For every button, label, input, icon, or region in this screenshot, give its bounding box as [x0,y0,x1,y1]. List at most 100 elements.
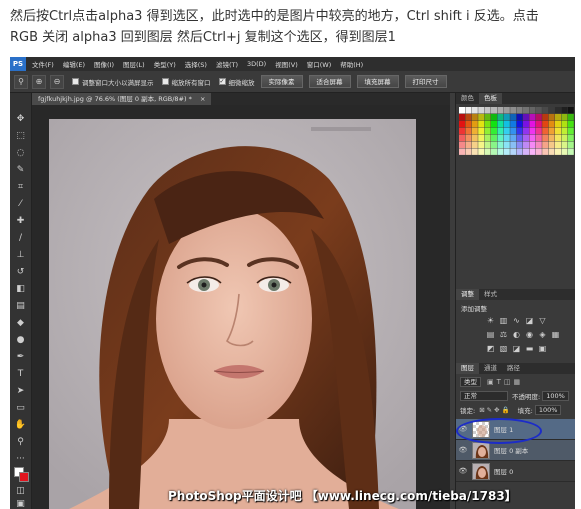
swatch[interactable] [516,134,523,142]
visibility-eye-icon[interactable]: 👁 [456,467,470,475]
swatch[interactable] [523,134,529,142]
gradient-map-icon[interactable]: ▬ [525,344,534,353]
swatch[interactable] [503,141,510,149]
tab-layers[interactable]: 图层 [456,363,479,374]
photo-filter-icon[interactable]: ◉ [525,330,534,339]
swatch[interactable] [497,107,504,114]
swatch[interactable] [548,134,555,142]
swatch[interactable] [503,120,510,128]
swatch[interactable] [529,107,536,114]
swatch[interactable] [478,120,485,128]
black-white-icon[interactable]: ◐ [512,330,521,339]
menu-file[interactable]: 文件(F) [32,59,54,69]
pen-tool-icon[interactable]: ✒ [13,351,28,364]
threshold-icon[interactable]: ◪ [512,344,521,353]
swatch[interactable] [529,127,536,135]
swatch[interactable] [567,148,574,155]
swatch[interactable] [471,113,478,121]
menu-filter[interactable]: 滤镜(T) [216,59,238,69]
swatch[interactable] [567,134,574,142]
dodge-tool-icon[interactable]: ● [13,334,28,347]
swatch[interactable] [523,148,529,155]
swatch[interactable] [542,107,549,114]
channel-mixer-icon[interactable]: ◈ [538,330,547,339]
swatch[interactable] [561,134,568,142]
tab-channels[interactable]: 通道 [479,363,502,374]
swatch[interactable] [542,134,549,142]
swatch[interactable] [516,113,523,121]
swatch[interactable] [529,141,536,149]
swatch[interactable] [491,148,497,155]
swatch[interactable] [484,113,491,121]
scrubby-zoom-checkbox[interactable]: ✓ [218,78,226,85]
zoom-tool-icon[interactable]: ⚲ [14,74,28,89]
swatch[interactable] [516,120,523,128]
eyedropper-tool-icon[interactable]: ⁄ [13,198,28,211]
swatch[interactable] [561,113,568,121]
swatch[interactable] [510,148,517,155]
swatch[interactable] [555,134,561,142]
menu-window[interactable]: 窗口(W) [307,59,332,69]
blur-tool-icon[interactable]: ◆ [13,317,28,330]
tab-swatches[interactable]: 色板 [479,93,502,104]
swatch[interactable] [567,127,574,135]
swatch[interactable] [523,113,529,121]
swatch[interactable] [548,120,555,128]
swatch[interactable] [459,148,465,155]
swatch[interactable] [561,107,568,114]
swatch[interactable] [535,148,542,155]
swatch[interactable] [497,134,504,142]
swatch[interactable] [523,120,529,128]
swatch[interactable] [484,107,491,114]
swatch[interactable] [555,148,561,155]
color-balance-icon[interactable]: ⚖ [499,330,508,339]
swatch[interactable] [548,113,555,121]
zoom-tool-panel-icon[interactable]: ⚲ [13,436,28,449]
history-brush-icon[interactable]: ↺ [13,266,28,279]
swatch[interactable] [465,148,472,155]
eraser-tool-icon[interactable]: ◧ [13,283,28,296]
swatch[interactable] [542,127,549,135]
menu-help[interactable]: 帮助(H) [340,59,363,69]
swatches-grid[interactable] [459,107,574,157]
fill-input[interactable]: 100% [534,405,562,415]
swatch[interactable] [548,141,555,149]
swatch[interactable] [535,120,542,128]
swatch[interactable] [478,134,485,142]
swatch[interactable] [503,148,510,155]
fill-screen-button[interactable]: 填充屏幕 [356,75,399,88]
swatch[interactable] [555,107,561,114]
swatch[interactable] [510,107,517,114]
swatch[interactable] [516,141,523,149]
color-lookup-icon[interactable]: ▦ [551,330,560,339]
swatch[interactable] [535,107,542,114]
swatch[interactable] [503,113,510,121]
swatch[interactable] [516,127,523,135]
marquee-tool-icon[interactable]: ⬚ [13,130,28,143]
quick-mask-icon[interactable]: ◫ [13,485,28,498]
swatch[interactable] [459,134,465,142]
fit-screen-button[interactable]: 适合屏幕 [308,75,351,88]
swatch[interactable] [523,141,529,149]
layer-row-3[interactable]: 👁 图层 0 [456,461,575,482]
resize-windows-checkbox[interactable] [72,78,79,85]
swatch[interactable] [484,141,491,149]
menu-view[interactable]: 视图(V) [275,59,298,69]
crop-tool-icon[interactable]: ⌗ [13,181,28,194]
swatch[interactable] [471,141,478,149]
swatch[interactable] [465,120,472,128]
swatch[interactable] [491,134,497,142]
swatch[interactable] [471,134,478,142]
zoom-all-windows-checkbox[interactable] [161,78,169,85]
menu-image[interactable]: 图像(I) [94,59,114,69]
swatch[interactable] [478,113,485,121]
resize-windows-option[interactable]: 调整窗口大小以满屏显示 [72,77,154,87]
swatch[interactable] [510,141,517,149]
swatch[interactable] [542,141,549,149]
swatch[interactable] [459,141,465,149]
tab-paths[interactable]: 路径 [502,363,525,374]
swatch[interactable] [478,148,485,155]
swatch[interactable] [459,127,465,135]
swatch[interactable] [535,127,542,135]
swatch[interactable] [491,141,497,149]
